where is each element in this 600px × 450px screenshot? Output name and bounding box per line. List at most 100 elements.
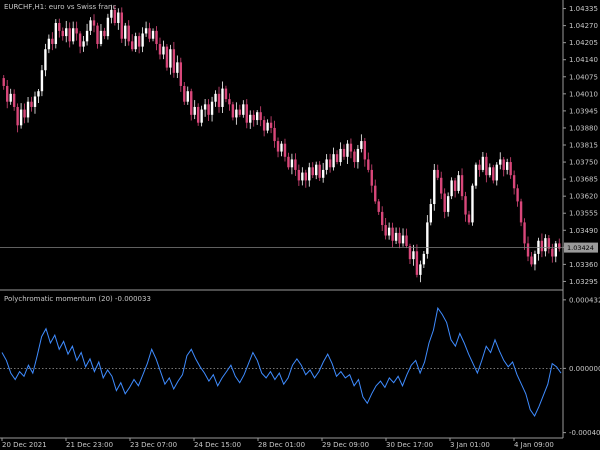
price-axis-label: 1.03360 <box>569 261 598 269</box>
candle-body <box>51 38 54 44</box>
candle-body <box>440 177 443 194</box>
candle-body <box>540 240 544 252</box>
time-axis-label: 23 Dec 07:00 <box>130 441 177 449</box>
candle-body <box>356 148 360 163</box>
candle-body <box>255 112 259 121</box>
price-axis-label: 1.04140 <box>569 56 598 64</box>
candle-body <box>394 232 398 241</box>
candle-body <box>85 30 89 42</box>
candle-body <box>165 46 169 68</box>
time-axis-label: 4 Jan 09:00 <box>514 441 554 449</box>
candle-body <box>124 25 127 39</box>
candle-body <box>221 88 224 107</box>
price-axis-label: 1.03945 <box>569 107 598 115</box>
candle-body <box>346 143 349 157</box>
candle-body <box>269 122 273 128</box>
candle-body <box>249 114 252 123</box>
candle-body <box>131 41 134 50</box>
price-axis-label: 1.03750 <box>569 159 598 167</box>
current-price-value: 1.03424 <box>567 244 594 252</box>
candle-body <box>203 104 207 110</box>
candle-body <box>151 30 155 39</box>
candle-body <box>446 196 450 212</box>
candle-body <box>328 159 332 168</box>
candle-body <box>412 251 415 260</box>
candle-body <box>120 12 123 39</box>
time-axis-label: 21 Dec 23:00 <box>66 441 113 449</box>
candle-body <box>137 36 141 47</box>
candle-body <box>287 156 290 168</box>
candle-body <box>134 36 137 50</box>
time-axis-label: 28 Dec 01:00 <box>258 441 305 449</box>
candle-body <box>429 204 432 223</box>
candle-body <box>377 201 380 212</box>
candle-body <box>40 70 44 92</box>
candle-body <box>96 25 99 44</box>
candle-body <box>262 120 266 131</box>
price-axis-label: 1.03880 <box>569 124 598 132</box>
price-axis-label: 1.03555 <box>569 210 598 218</box>
candle-body <box>457 175 460 191</box>
candle-body <box>283 143 287 157</box>
candle-body <box>360 141 363 149</box>
candle-body <box>30 101 33 107</box>
candle-body <box>99 30 103 44</box>
candle-body <box>172 49 176 73</box>
price-axis-label: 1.04335 <box>569 5 598 13</box>
candle-body <box>488 167 492 176</box>
candle-body <box>325 159 328 170</box>
time-axis-label: 24 Dec 15:00 <box>194 441 241 449</box>
candle-body <box>231 104 235 118</box>
price-axis-label: 1.03815 <box>569 142 598 150</box>
candle-body <box>419 264 422 275</box>
candle-body <box>186 91 189 102</box>
candle-body <box>207 104 210 115</box>
candle-body <box>499 159 502 165</box>
candle-body <box>294 159 297 170</box>
candle-body <box>471 185 474 223</box>
candle-body <box>478 164 481 170</box>
candle-body <box>401 235 405 244</box>
candle-body <box>492 167 495 181</box>
candle-body <box>370 169 373 186</box>
candle-body <box>554 243 557 257</box>
price-axis-label: 1.03685 <box>569 176 598 184</box>
candle-body <box>297 169 301 181</box>
candle-body <box>485 156 488 176</box>
candle-body <box>193 106 196 115</box>
price-axis-label: 1.04075 <box>569 73 598 81</box>
indicator-axis-label: 0.000432 <box>569 296 600 304</box>
candle-body <box>16 106 19 126</box>
candle-body <box>460 175 464 197</box>
candle-body <box>422 253 426 265</box>
price-axis-label: 1.03490 <box>569 227 598 235</box>
candle-body <box>238 109 242 115</box>
candle-body <box>519 201 523 223</box>
candle-body <box>516 188 519 202</box>
candle-body <box>384 225 387 236</box>
candle-body <box>176 62 179 73</box>
candle-body <box>266 122 269 131</box>
candle-body <box>342 148 346 157</box>
candle-body <box>224 88 228 100</box>
candle-body <box>47 38 51 50</box>
indicator-title: Polychromatic momentum (20) -0.000033 <box>4 295 151 303</box>
candle-body <box>158 43 162 55</box>
candle-body <box>217 93 221 107</box>
candle-body <box>544 238 547 252</box>
price-axis-label: 1.04205 <box>569 39 598 47</box>
candle-body <box>315 164 318 176</box>
chart-canvas: 1.04335 1.04270 1.04205 1.04140 1.04075 1.040… <box>0 0 600 450</box>
candle-body <box>505 162 509 170</box>
candle-body <box>530 256 533 265</box>
candle-body <box>228 99 231 105</box>
candle-body <box>245 104 248 123</box>
candle-body <box>363 141 367 160</box>
candle-body <box>214 93 217 102</box>
candle-body <box>92 20 96 26</box>
candle-body <box>117 12 120 23</box>
candle-body <box>12 93 16 107</box>
candle-body <box>155 30 158 44</box>
candle-body <box>44 49 47 71</box>
candle-body <box>387 227 391 236</box>
